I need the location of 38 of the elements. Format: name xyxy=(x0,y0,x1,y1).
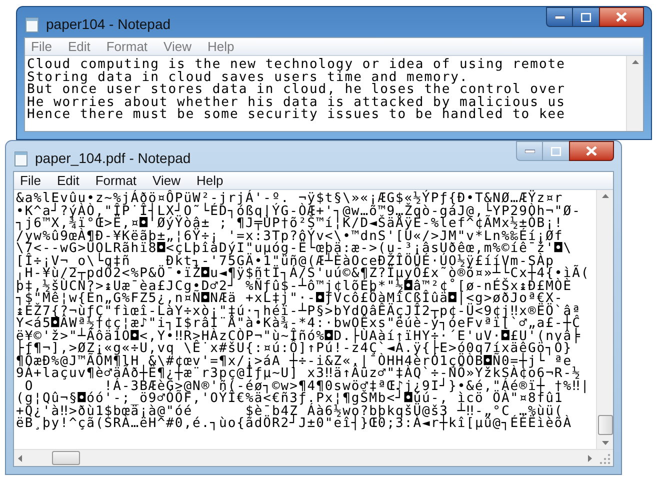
maximize-icon xyxy=(581,12,591,22)
scroll-left-icon xyxy=(18,454,22,462)
minimize-button[interactable] xyxy=(546,7,573,27)
close-icon xyxy=(586,146,597,156)
text-line: Cloud computing is the new technology or idea of using remote xyxy=(27,59,566,72)
scrollbar-thumb[interactable] xyxy=(598,415,612,435)
text-line: Hence there must be some security issues to be handled to kee xyxy=(27,109,566,122)
maximize-icon xyxy=(551,146,561,156)
menu-item[interactable]: File xyxy=(20,174,41,187)
window-title: paper_104.pdf - Notepad xyxy=(35,149,191,168)
notepad-icon xyxy=(24,16,40,32)
window-title: paper104 - Notepad xyxy=(46,15,171,34)
notepad-icon xyxy=(13,150,29,166)
menu-item[interactable]: View xyxy=(152,174,180,187)
scroll-right-icon xyxy=(588,454,592,462)
text-line: He worries about whether his data is attacked by malicious us xyxy=(27,96,566,109)
maximize-button[interactable] xyxy=(573,7,599,27)
menu-item[interactable]: Edit xyxy=(68,40,90,53)
close-button[interactable] xyxy=(569,141,614,161)
scroll-down-icon xyxy=(602,441,608,445)
close-icon xyxy=(616,12,627,22)
menu-item[interactable]: Format xyxy=(106,40,148,53)
menu-item[interactable]: Help xyxy=(196,174,224,187)
menu-item[interactable]: Edit xyxy=(56,174,80,187)
minimize-icon xyxy=(554,15,564,19)
menu-item[interactable]: File xyxy=(31,40,52,53)
text-line: Storing data in cloud saves users time and memory. xyxy=(27,72,468,84)
scroll-up-icon xyxy=(602,194,608,198)
scroll-up-icon xyxy=(632,60,638,64)
vertical-scrollbar[interactable] xyxy=(596,190,613,449)
menu-item[interactable]: Format xyxy=(95,174,137,187)
minimize-icon xyxy=(524,149,534,153)
menu-item[interactable]: View xyxy=(164,40,192,53)
close-button[interactable] xyxy=(599,7,644,27)
scrollbar-thumb[interactable] xyxy=(52,451,80,465)
text-line: But once user stores data in cloud, he loses the control over xyxy=(27,84,566,96)
menu-item[interactable]: Help xyxy=(207,40,234,53)
vertical-scrollbar[interactable] xyxy=(626,56,643,131)
